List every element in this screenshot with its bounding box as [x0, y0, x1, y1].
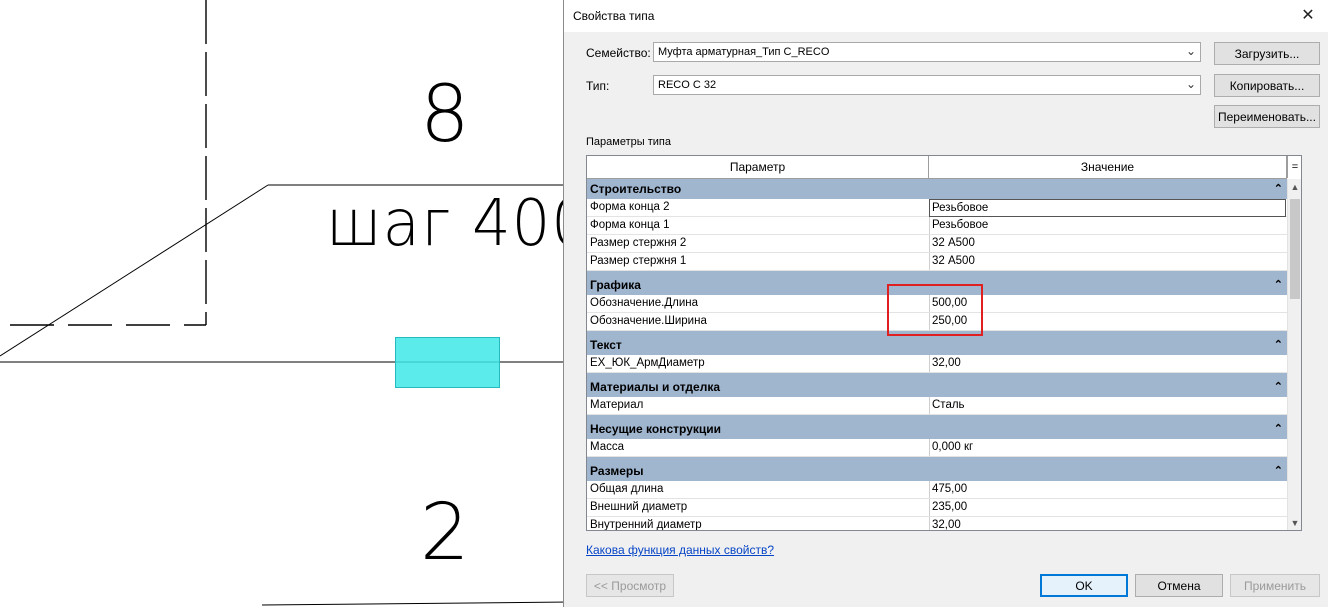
- grid-vertical-scrollbar[interactable]: ▲ ▼: [1287, 179, 1301, 530]
- property-name: Размер стержня 2: [590, 237, 687, 249]
- scroll-up-icon[interactable]: ▲: [1288, 179, 1301, 195]
- dialog-titlebar[interactable]: Свойства типа ✕: [564, 0, 1328, 32]
- group-header[interactable]: Строительство ⌃: [587, 179, 1287, 199]
- property-name: Обозначение.Длина: [590, 297, 698, 309]
- family-label: Семейство:: [586, 46, 651, 60]
- scroll-down-icon[interactable]: ▼: [1288, 515, 1301, 530]
- property-row[interactable]: Размер стержня 1 32 А500: [587, 253, 1287, 271]
- property-value-field[interactable]: 32,00: [929, 517, 1287, 530]
- type-properties-dialog: Свойства типа ✕ Семейство: Муфта арматур…: [563, 0, 1328, 607]
- property-row[interactable]: Размер стержня 2 32 А500: [587, 235, 1287, 253]
- cad-label-number-bottom: 2: [420, 488, 470, 578]
- scroll-thumb[interactable]: [1290, 199, 1300, 299]
- property-value-field[interactable]: Резьбовое: [929, 217, 1287, 234]
- collapse-icon[interactable]: ⌃: [1274, 179, 1283, 199]
- collapse-icon[interactable]: ⌃: [1274, 419, 1283, 439]
- copy-button[interactable]: Копировать...: [1214, 74, 1320, 97]
- property-name: Форма конца 2: [590, 201, 670, 213]
- property-name: Обозначение.Ширина: [590, 315, 707, 327]
- type-parameters-grid[interactable]: Параметр Значение = Строительство ⌃ Форм…: [586, 155, 1302, 531]
- family-combobox[interactable]: Муфта арматурная_Тип C_RECO ⌄: [653, 42, 1201, 62]
- cad-label-number-top: 8: [420, 70, 470, 160]
- property-row[interactable]: Форма конца 2 Резьбовое: [587, 199, 1287, 217]
- cad-drawing-lines: [0, 0, 570, 606]
- group-dimensions: Размеры ⌃ Общая длина 475,00 Внешний диа…: [587, 461, 1300, 531]
- property-value-field[interactable]: 32 А500: [929, 235, 1287, 252]
- property-row[interactable]: Внешний диаметр 235,00: [587, 499, 1300, 517]
- group-construction: Строительство ⌃ Форма конца 2 Резьбовое …: [587, 179, 1287, 275]
- property-name: Масса: [590, 441, 625, 453]
- property-row[interactable]: EX_ЮК_АрмДиаметр 32,00: [587, 355, 1300, 373]
- type-value: RECO C 32: [658, 79, 717, 91]
- group-header[interactable]: Материалы и отделка ⌃: [587, 377, 1287, 397]
- grid-sort-button[interactable]: =: [1287, 156, 1301, 178]
- cancel-button[interactable]: Отмена: [1135, 574, 1223, 597]
- property-row[interactable]: Масса 0,000 кг: [587, 439, 1300, 457]
- column-header-parameter[interactable]: Параметр: [587, 156, 929, 178]
- close-button[interactable]: ✕: [1288, 0, 1328, 32]
- property-name: EX_ЮК_АрмДиаметр: [590, 357, 705, 369]
- group-header[interactable]: Размеры ⌃: [587, 461, 1287, 481]
- property-value-field[interactable]: 500,00: [929, 295, 1287, 312]
- cad-canvas[interactable]: 8 шаг 400 2: [0, 0, 590, 607]
- group-title: Материалы и отделка: [590, 380, 721, 394]
- group-title: Строительство: [590, 182, 682, 196]
- property-row[interactable]: Общая длина 475,00: [587, 481, 1300, 499]
- property-row[interactable]: Обозначение.Ширина 250,00: [587, 313, 1300, 331]
- chevron-down-icon: ⌄: [1185, 77, 1196, 91]
- group-header[interactable]: Несущие конструкции ⌃: [587, 419, 1287, 439]
- property-name: Материал: [590, 399, 644, 411]
- collapse-icon[interactable]: ⌃: [1274, 461, 1283, 481]
- collapse-icon[interactable]: ⌃: [1274, 275, 1283, 295]
- apply-button[interactable]: Применить: [1230, 574, 1320, 597]
- property-row[interactable]: Форма конца 1 Резьбовое: [587, 217, 1287, 235]
- type-parameters-label: Параметры типа: [586, 136, 671, 148]
- property-name: Общая длина: [590, 483, 664, 495]
- group-materials: Материалы и отделка ⌃ Материал Сталь: [587, 377, 1300, 419]
- property-value-field[interactable]: Сталь: [929, 397, 1287, 414]
- property-value-field[interactable]: 32,00: [929, 355, 1287, 372]
- chevron-down-icon: ⌄: [1185, 44, 1196, 58]
- type-combobox[interactable]: RECO C 32 ⌄: [653, 75, 1201, 95]
- group-graphics: Графика ⌃ Обозначение.Длина 500,00 Обозн…: [587, 275, 1300, 335]
- preview-button[interactable]: << Просмотр: [586, 574, 674, 597]
- type-label: Тип:: [586, 79, 610, 93]
- ok-button[interactable]: OK: [1040, 574, 1128, 597]
- group-structural: Несущие конструкции ⌃ Масса 0,000 кг: [587, 419, 1300, 461]
- close-icon: ✕: [1301, 7, 1315, 24]
- group-title: Несущие конструкции: [590, 422, 721, 436]
- property-value-field[interactable]: 235,00: [929, 499, 1287, 516]
- property-row[interactable]: Материал Сталь: [587, 397, 1300, 415]
- property-name: Внешний диаметр: [590, 501, 688, 513]
- group-header[interactable]: Текст ⌃: [587, 335, 1287, 355]
- group-title: Текст: [590, 338, 622, 352]
- rename-button[interactable]: Переименовать...: [1214, 105, 1320, 128]
- property-row[interactable]: Обозначение.Длина 500,00: [587, 295, 1300, 313]
- property-name: Внутренний диаметр: [590, 519, 702, 531]
- cad-label-step: шаг 400: [326, 187, 591, 261]
- group-text: Текст ⌃ EX_ЮК_АрмДиаметр 32,00: [587, 335, 1300, 377]
- selected-coupler-symbol[interactable]: [395, 337, 500, 388]
- property-value-field[interactable]: 250,00: [929, 313, 1287, 330]
- group-title: Графика: [590, 278, 641, 292]
- family-value: Муфта арматурная_Тип C_RECO: [658, 46, 830, 58]
- property-row[interactable]: Внутренний диаметр 32,00: [587, 517, 1300, 531]
- group-title: Размеры: [590, 464, 644, 478]
- grid-header: Параметр Значение: [587, 156, 1287, 179]
- property-value-field[interactable]: 32 А500: [929, 253, 1287, 270]
- group-header[interactable]: Графика ⌃: [587, 275, 1287, 295]
- property-name: Форма конца 1: [590, 219, 670, 231]
- dialog-title: Свойства типа: [573, 9, 655, 23]
- load-button[interactable]: Загрузить...: [1214, 42, 1320, 65]
- property-value-field[interactable]: 475,00: [929, 481, 1287, 498]
- help-link[interactable]: Какова функция данных свойств?: [586, 543, 774, 557]
- collapse-icon[interactable]: ⌃: [1274, 335, 1283, 355]
- collapse-icon[interactable]: ⌃: [1274, 377, 1283, 397]
- property-value-field[interactable]: 0,000 кг: [929, 439, 1287, 456]
- grid-body: Строительство ⌃ Форма конца 2 Резьбовое …: [587, 179, 1300, 531]
- property-value-field[interactable]: Резьбовое: [929, 199, 1286, 217]
- column-header-value[interactable]: Значение: [929, 156, 1287, 178]
- property-name: Размер стержня 1: [590, 255, 687, 267]
